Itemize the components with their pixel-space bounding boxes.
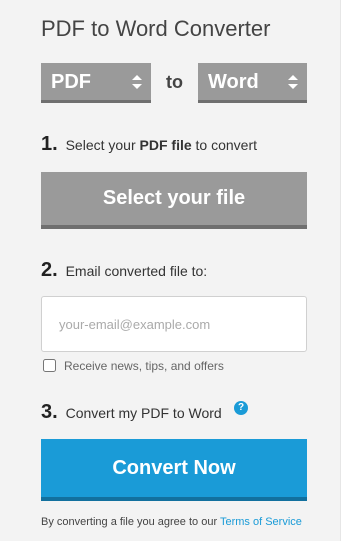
disclaimer-text: By converting a file you agree to our [41,516,218,528]
page-title: PDF to Word Converter [41,16,271,41]
convert-now-button[interactable]: Convert Now [41,439,307,501]
from-format-value: PDF [51,71,91,93]
step-1-heading: 1. Select your PDF file to convert [41,133,257,156]
to-label: to [166,72,183,92]
step-number: 3. [41,401,58,423]
page-edge [340,0,350,541]
step-3-text: Convert my PDF to Word [65,405,222,421]
newsletter-checkbox[interactable] [43,359,56,372]
select-file-button[interactable]: Select your file [41,172,307,229]
step-number: 2. [41,259,58,281]
newsletter-checkbox-label: Receive news, tips, and offers [64,359,224,373]
to-format-select[interactable]: Word [198,63,307,103]
select-arrows-icon [132,75,142,89]
to-format-value: Word [208,71,259,93]
step-2-text: Email converted file to: [65,263,208,279]
step-2-heading: 2. Email converted file to: [41,259,207,282]
help-icon[interactable]: ? [234,401,248,415]
step-1-text-after: to convert [195,137,258,153]
step-3-heading: 3. Convert my PDF to Word [41,401,222,424]
step-1-text-before: Select your [65,137,136,153]
step-1-text-bold: PDF file [139,137,192,153]
terms-disclaimer: By converting a file you agree to our Te… [41,514,303,530]
converter-panel: PDF to Word Converter PDF to Word 1. Sel… [0,0,340,541]
step-number: 1. [41,133,58,155]
terms-of-service-link[interactable]: Terms of Service [220,516,302,528]
email-input[interactable] [41,296,307,352]
select-arrows-icon [288,75,298,89]
from-format-select[interactable]: PDF [41,63,151,103]
